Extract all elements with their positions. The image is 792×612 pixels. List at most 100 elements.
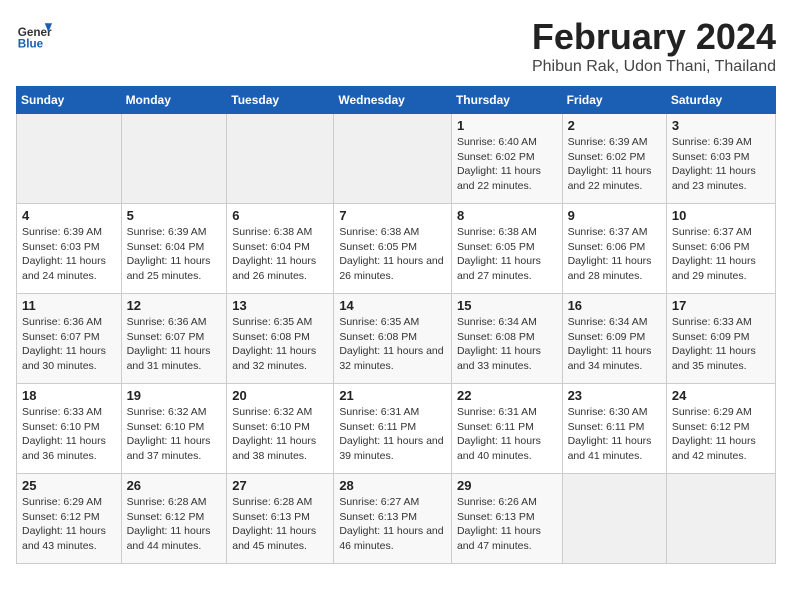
sunrise-text: Sunrise: 6:33 AM	[672, 316, 752, 328]
day-number: 7	[339, 208, 446, 223]
calendar-cell: 29 Sunrise: 6:26 AM Sunset: 6:13 PM Dayl…	[451, 474, 562, 564]
logo: General Blue	[16, 16, 56, 52]
weekday-header: Monday	[121, 87, 227, 114]
calendar-cell	[334, 114, 452, 204]
calendar-cell: 8 Sunrise: 6:38 AM Sunset: 6:05 PM Dayli…	[451, 204, 562, 294]
sunset-text: Sunset: 6:09 PM	[568, 331, 646, 343]
sunset-text: Sunset: 6:12 PM	[22, 511, 100, 523]
day-number: 2	[568, 118, 661, 133]
day-number: 8	[457, 208, 557, 223]
sunrise-text: Sunrise: 6:27 AM	[339, 496, 419, 508]
sunrise-text: Sunrise: 6:33 AM	[22, 406, 102, 418]
daylight-text: Daylight: 11 hours and 37 minutes.	[127, 435, 211, 462]
daylight-text: Daylight: 11 hours and 24 minutes.	[22, 255, 106, 282]
calendar-cell: 12 Sunrise: 6:36 AM Sunset: 6:07 PM Dayl…	[121, 294, 227, 384]
weekday-header: Tuesday	[227, 87, 334, 114]
day-number: 28	[339, 478, 446, 493]
day-number: 3	[672, 118, 770, 133]
calendar-cell: 17 Sunrise: 6:33 AM Sunset: 6:09 PM Dayl…	[666, 294, 775, 384]
sunrise-text: Sunrise: 6:38 AM	[232, 226, 312, 238]
sunset-text: Sunset: 6:03 PM	[672, 151, 750, 163]
daylight-text: Daylight: 11 hours and 26 minutes.	[339, 255, 443, 282]
sunset-text: Sunset: 6:10 PM	[22, 421, 100, 433]
calendar-week-row: 4 Sunrise: 6:39 AM Sunset: 6:03 PM Dayli…	[17, 204, 776, 294]
calendar-cell: 7 Sunrise: 6:38 AM Sunset: 6:05 PM Dayli…	[334, 204, 452, 294]
calendar-cell: 15 Sunrise: 6:34 AM Sunset: 6:08 PM Dayl…	[451, 294, 562, 384]
daylight-text: Daylight: 11 hours and 44 minutes.	[127, 525, 211, 552]
daylight-text: Daylight: 11 hours and 31 minutes.	[127, 345, 211, 372]
day-number: 16	[568, 298, 661, 313]
day-number: 14	[339, 298, 446, 313]
daylight-text: Daylight: 11 hours and 25 minutes.	[127, 255, 211, 282]
day-number: 4	[22, 208, 116, 223]
calendar-week-row: 18 Sunrise: 6:33 AM Sunset: 6:10 PM Dayl…	[17, 384, 776, 474]
calendar-week-row: 11 Sunrise: 6:36 AM Sunset: 6:07 PM Dayl…	[17, 294, 776, 384]
day-number: 18	[22, 388, 116, 403]
sunrise-text: Sunrise: 6:26 AM	[457, 496, 537, 508]
sunrise-text: Sunrise: 6:39 AM	[22, 226, 102, 238]
sunset-text: Sunset: 6:08 PM	[457, 331, 535, 343]
sunset-text: Sunset: 6:03 PM	[22, 241, 100, 253]
sunrise-text: Sunrise: 6:31 AM	[457, 406, 537, 418]
daylight-text: Daylight: 11 hours and 27 minutes.	[457, 255, 541, 282]
sunrise-text: Sunrise: 6:38 AM	[457, 226, 537, 238]
sunset-text: Sunset: 6:07 PM	[22, 331, 100, 343]
weekday-header: Thursday	[451, 87, 562, 114]
day-number: 1	[457, 118, 557, 133]
daylight-text: Daylight: 11 hours and 32 minutes.	[339, 345, 443, 372]
daylight-text: Daylight: 11 hours and 22 minutes.	[568, 165, 652, 192]
calendar-cell: 20 Sunrise: 6:32 AM Sunset: 6:10 PM Dayl…	[227, 384, 334, 474]
day-number: 22	[457, 388, 557, 403]
calendar-cell: 3 Sunrise: 6:39 AM Sunset: 6:03 PM Dayli…	[666, 114, 775, 204]
day-number: 15	[457, 298, 557, 313]
daylight-text: Daylight: 11 hours and 45 minutes.	[232, 525, 316, 552]
sunset-text: Sunset: 6:04 PM	[232, 241, 310, 253]
daylight-text: Daylight: 11 hours and 42 minutes.	[672, 435, 756, 462]
day-number: 23	[568, 388, 661, 403]
day-number: 5	[127, 208, 222, 223]
sunrise-text: Sunrise: 6:29 AM	[672, 406, 752, 418]
sunrise-text: Sunrise: 6:39 AM	[127, 226, 207, 238]
sunset-text: Sunset: 6:13 PM	[232, 511, 310, 523]
calendar-week-row: 25 Sunrise: 6:29 AM Sunset: 6:12 PM Dayl…	[17, 474, 776, 564]
day-number: 10	[672, 208, 770, 223]
sunset-text: Sunset: 6:12 PM	[672, 421, 750, 433]
calendar-cell: 25 Sunrise: 6:29 AM Sunset: 6:12 PM Dayl…	[17, 474, 122, 564]
calendar-cell: 6 Sunrise: 6:38 AM Sunset: 6:04 PM Dayli…	[227, 204, 334, 294]
sunrise-text: Sunrise: 6:34 AM	[568, 316, 648, 328]
sunrise-text: Sunrise: 6:30 AM	[568, 406, 648, 418]
calendar-cell: 1 Sunrise: 6:40 AM Sunset: 6:02 PM Dayli…	[451, 114, 562, 204]
sunset-text: Sunset: 6:04 PM	[127, 241, 205, 253]
daylight-text: Daylight: 11 hours and 47 minutes.	[457, 525, 541, 552]
daylight-text: Daylight: 11 hours and 41 minutes.	[568, 435, 652, 462]
sunset-text: Sunset: 6:08 PM	[339, 331, 417, 343]
calendar-cell: 24 Sunrise: 6:29 AM Sunset: 6:12 PM Dayl…	[666, 384, 775, 474]
calendar-cell: 22 Sunrise: 6:31 AM Sunset: 6:11 PM Dayl…	[451, 384, 562, 474]
sunrise-text: Sunrise: 6:35 AM	[232, 316, 312, 328]
day-number: 20	[232, 388, 328, 403]
day-number: 6	[232, 208, 328, 223]
weekday-header: Sunday	[17, 87, 122, 114]
day-number: 24	[672, 388, 770, 403]
sunset-text: Sunset: 6:11 PM	[457, 421, 534, 433]
calendar-cell	[562, 474, 666, 564]
sunset-text: Sunset: 6:05 PM	[457, 241, 535, 253]
sunset-text: Sunset: 6:09 PM	[672, 331, 750, 343]
calendar-cell: 23 Sunrise: 6:30 AM Sunset: 6:11 PM Dayl…	[562, 384, 666, 474]
calendar-cell: 14 Sunrise: 6:35 AM Sunset: 6:08 PM Dayl…	[334, 294, 452, 384]
sunrise-text: Sunrise: 6:37 AM	[672, 226, 752, 238]
daylight-text: Daylight: 11 hours and 22 minutes.	[457, 165, 541, 192]
sunset-text: Sunset: 6:12 PM	[127, 511, 205, 523]
day-number: 17	[672, 298, 770, 313]
sunrise-text: Sunrise: 6:28 AM	[127, 496, 207, 508]
svg-text:Blue: Blue	[18, 38, 44, 51]
sunrise-text: Sunrise: 6:39 AM	[568, 136, 648, 148]
daylight-text: Daylight: 11 hours and 43 minutes.	[22, 525, 106, 552]
daylight-text: Daylight: 11 hours and 46 minutes.	[339, 525, 443, 552]
weekday-header: Friday	[562, 87, 666, 114]
calendar-cell: 13 Sunrise: 6:35 AM Sunset: 6:08 PM Dayl…	[227, 294, 334, 384]
daylight-text: Daylight: 11 hours and 29 minutes.	[672, 255, 756, 282]
sunset-text: Sunset: 6:06 PM	[568, 241, 646, 253]
daylight-text: Daylight: 11 hours and 38 minutes.	[232, 435, 316, 462]
daylight-text: Daylight: 11 hours and 28 minutes.	[568, 255, 652, 282]
